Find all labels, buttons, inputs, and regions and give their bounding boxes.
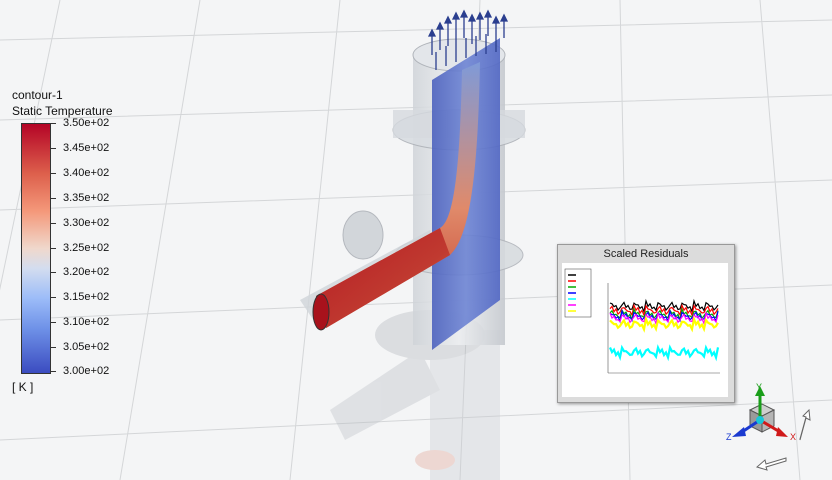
tick-mark bbox=[50, 297, 56, 298]
rotate-arrow-icon-horizontal[interactable] bbox=[755, 457, 787, 471]
tick-mark bbox=[50, 123, 56, 124]
tick-mark bbox=[50, 248, 56, 249]
tick-mark bbox=[50, 371, 56, 372]
tick-label: 3.05e+02 bbox=[63, 341, 110, 353]
z-axis-label: Z bbox=[726, 432, 732, 442]
tick-label: 3.30e+02 bbox=[63, 217, 110, 229]
view-orientation-triad[interactable]: Y X Z bbox=[720, 380, 830, 478]
tick-mark bbox=[50, 347, 56, 348]
z-axis-arrow: Z bbox=[726, 418, 761, 442]
tick-label: 3.35e+02 bbox=[63, 192, 110, 204]
tick-label: 3.00e+02 bbox=[63, 365, 110, 377]
tick-label: 3.15e+02 bbox=[63, 291, 110, 303]
triad-origin bbox=[756, 416, 764, 424]
tick-mark bbox=[50, 148, 56, 149]
legend-variable: Static Temperature bbox=[12, 104, 113, 118]
x-axis-label: X bbox=[790, 432, 796, 442]
legend-title: contour-1 bbox=[12, 88, 63, 102]
tick-label: 3.10e+02 bbox=[63, 316, 110, 328]
tick-label: 3.40e+02 bbox=[63, 167, 110, 179]
tick-label: 3.25e+02 bbox=[63, 242, 110, 254]
residuals-legend-box bbox=[564, 268, 592, 318]
tick-mark bbox=[50, 223, 56, 224]
residuals-title: Scaled Residuals bbox=[603, 248, 689, 260]
residual-trace bbox=[608, 344, 720, 362]
residuals-window[interactable]: Scaled Residuals bbox=[557, 244, 735, 403]
tick-label: 3.45e+02 bbox=[63, 142, 110, 154]
temperature-legend: contour-1 Static Temperature 3.50e+02 3.… bbox=[0, 0, 160, 400]
y-axis-label: Y bbox=[756, 382, 762, 392]
x-axis-arrow: X bbox=[759, 418, 796, 442]
residuals-plot bbox=[562, 263, 728, 397]
rotate-arrow-icon[interactable] bbox=[799, 408, 811, 441]
tick-mark bbox=[50, 173, 56, 174]
tick-label: 3.50e+02 bbox=[63, 117, 110, 129]
tick-label: 3.20e+02 bbox=[63, 266, 110, 278]
tick-mark bbox=[50, 272, 56, 273]
legend-unit: [ K ] bbox=[12, 380, 34, 394]
tick-mark bbox=[50, 322, 56, 323]
colorbar bbox=[21, 123, 51, 374]
tick-mark bbox=[50, 198, 56, 199]
